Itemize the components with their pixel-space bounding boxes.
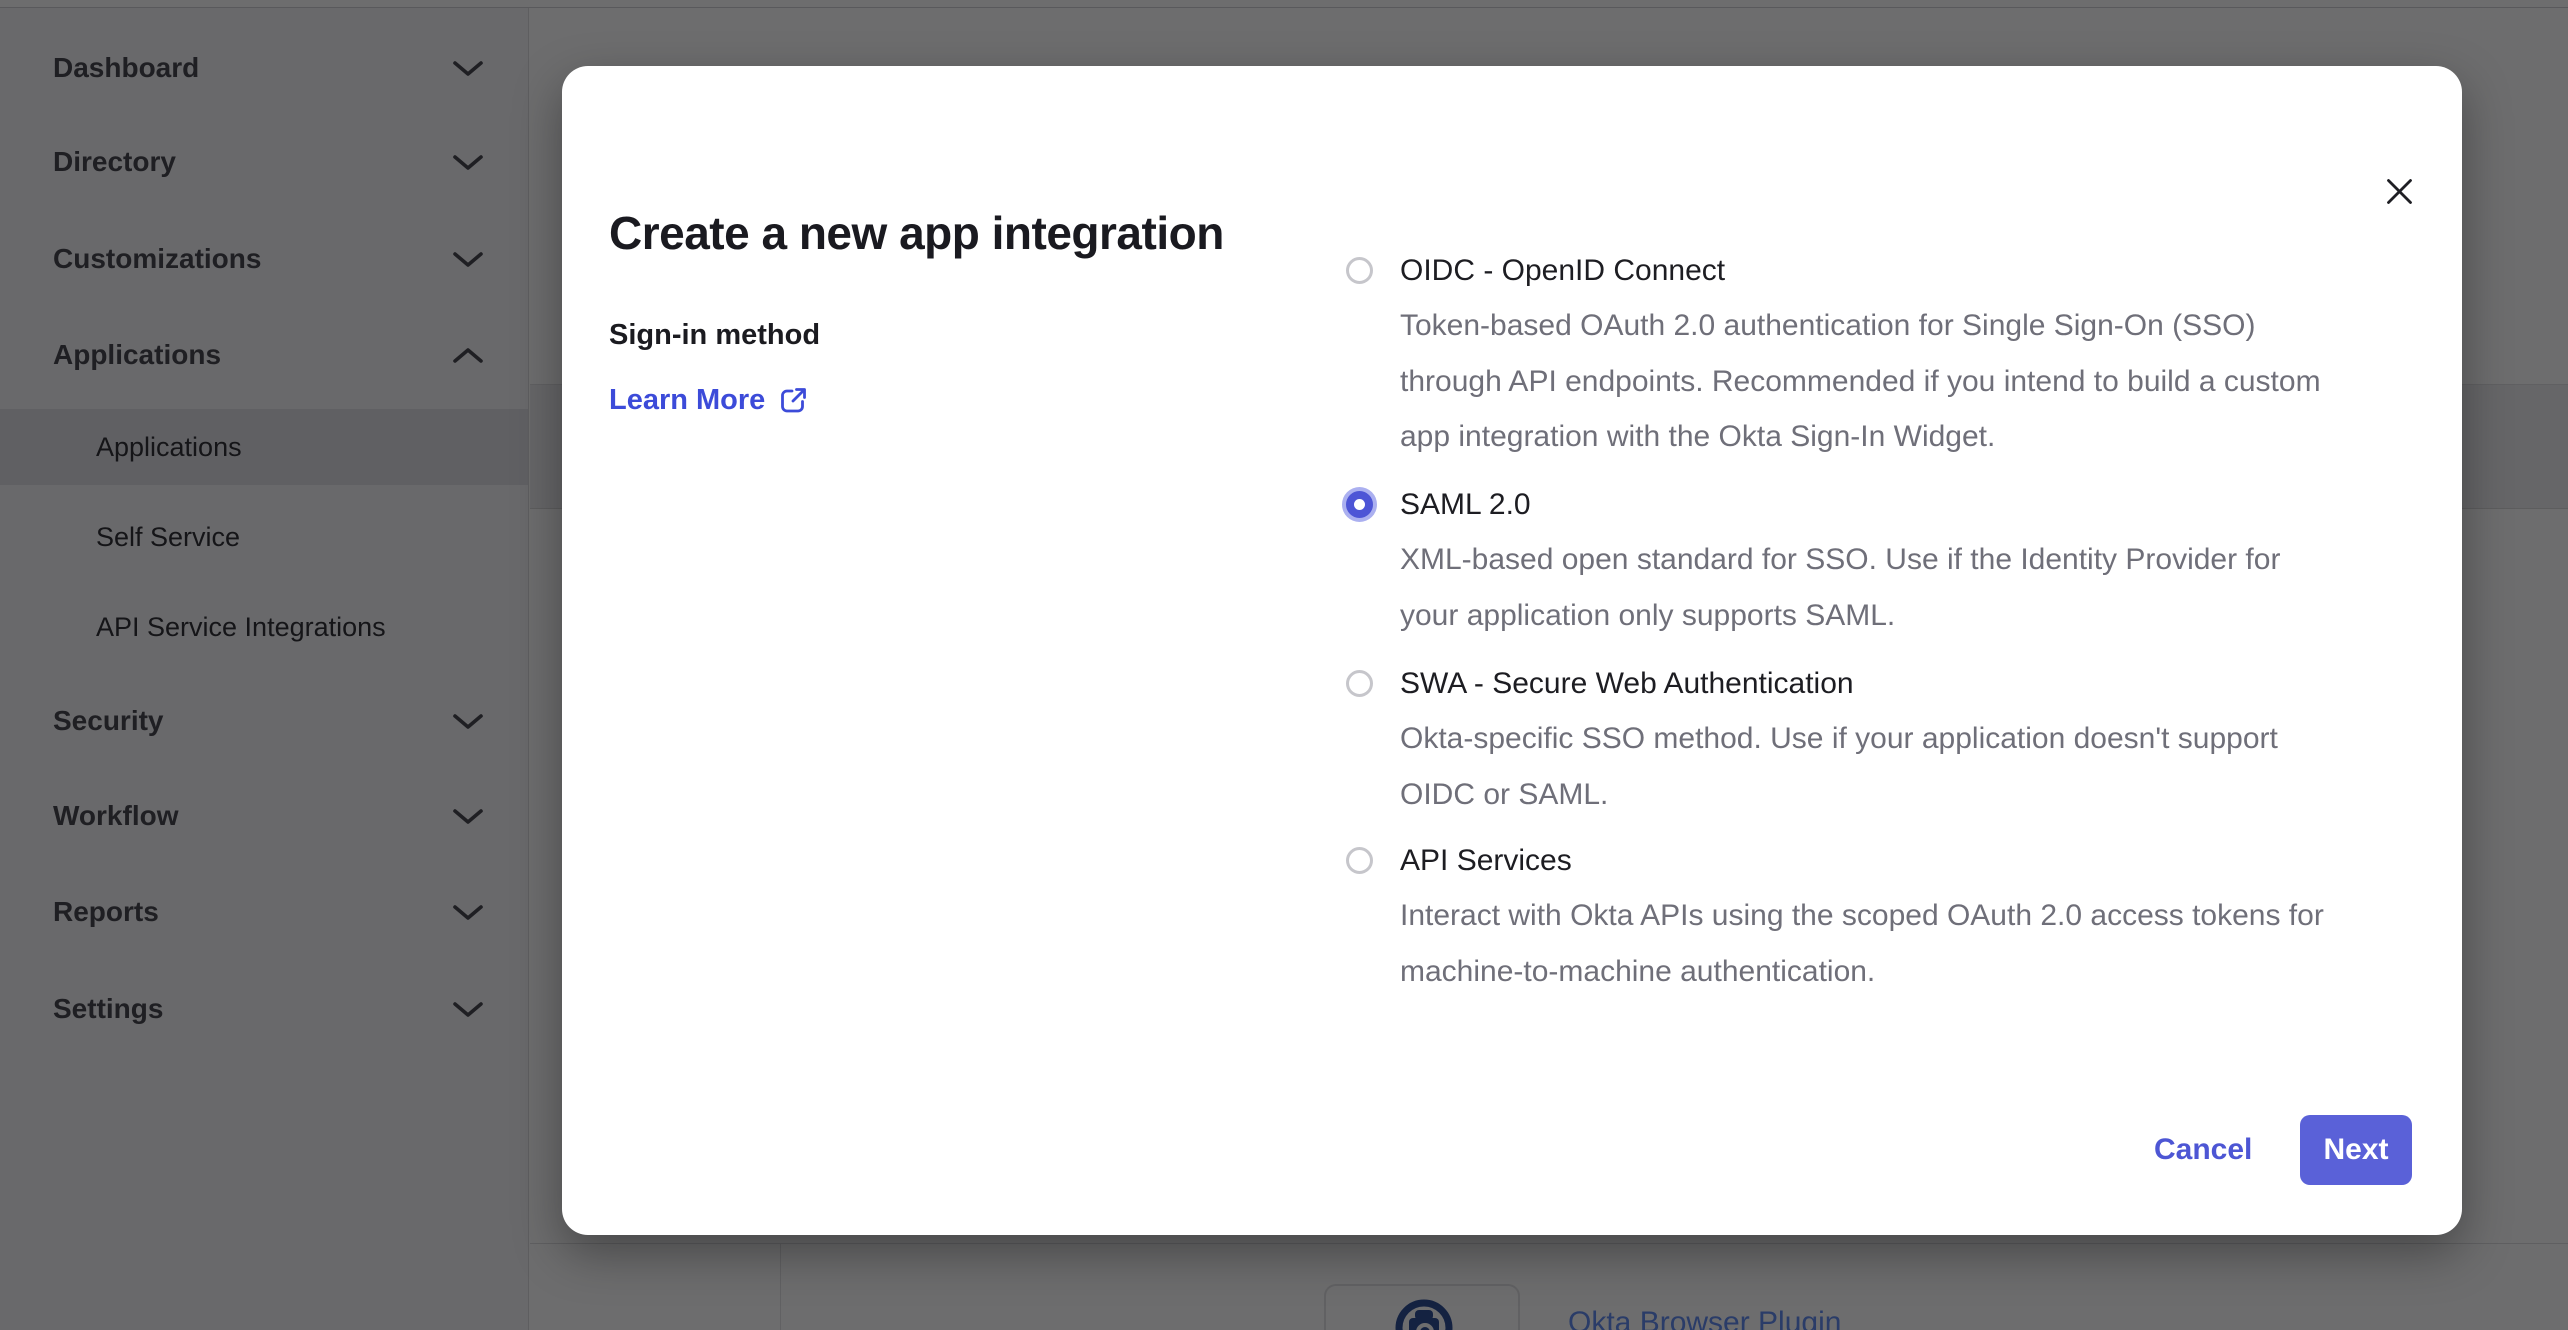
next-button[interactable]: Next: [2300, 1115, 2412, 1185]
learn-more-link[interactable]: Learn More: [609, 384, 809, 417]
option-label[interactable]: OIDC - OpenID Connect: [1400, 243, 2435, 298]
option-label[interactable]: SAML 2.0: [1400, 477, 2435, 532]
radio-oidc[interactable]: [1346, 257, 1373, 284]
learn-more-label: Learn More: [609, 384, 765, 417]
create-app-integration-modal: Create a new app integration Sign-in met…: [562, 66, 2462, 1235]
option-api-services[interactable]: API Services Interact with Okta APIs usi…: [1345, 833, 2435, 999]
option-oidc[interactable]: OIDC - OpenID Connect Token-based OAuth …: [1345, 243, 2435, 465]
radio-api-services[interactable]: [1346, 847, 1373, 874]
option-description: Token-based OAuth 2.0 authentication for…: [1400, 298, 2420, 465]
sign-in-method-label: Sign-in method: [609, 319, 820, 352]
cancel-button[interactable]: Cancel: [2154, 1130, 2252, 1170]
option-description: Okta-specific SSO method. Use if your ap…: [1400, 711, 2420, 822]
close-icon: [2386, 178, 2413, 205]
external-link-icon: [778, 385, 809, 416]
close-button[interactable]: [2374, 166, 2424, 216]
option-label[interactable]: SWA - Secure Web Authentication: [1400, 656, 2435, 711]
modal-title: Create a new app integration: [609, 206, 1224, 260]
radio-swa[interactable]: [1346, 670, 1373, 697]
radio-saml-selected[interactable]: [1346, 491, 1373, 518]
option-swa[interactable]: SWA - Secure Web Authentication Okta-spe…: [1345, 656, 2435, 822]
option-label[interactable]: API Services: [1400, 833, 2435, 888]
option-description: XML-based open standard for SSO. Use if …: [1400, 532, 2420, 643]
option-description: Interact with Okta APIs using the scoped…: [1400, 888, 2420, 999]
option-saml[interactable]: SAML 2.0 XML-based open standard for SSO…: [1345, 477, 2435, 643]
